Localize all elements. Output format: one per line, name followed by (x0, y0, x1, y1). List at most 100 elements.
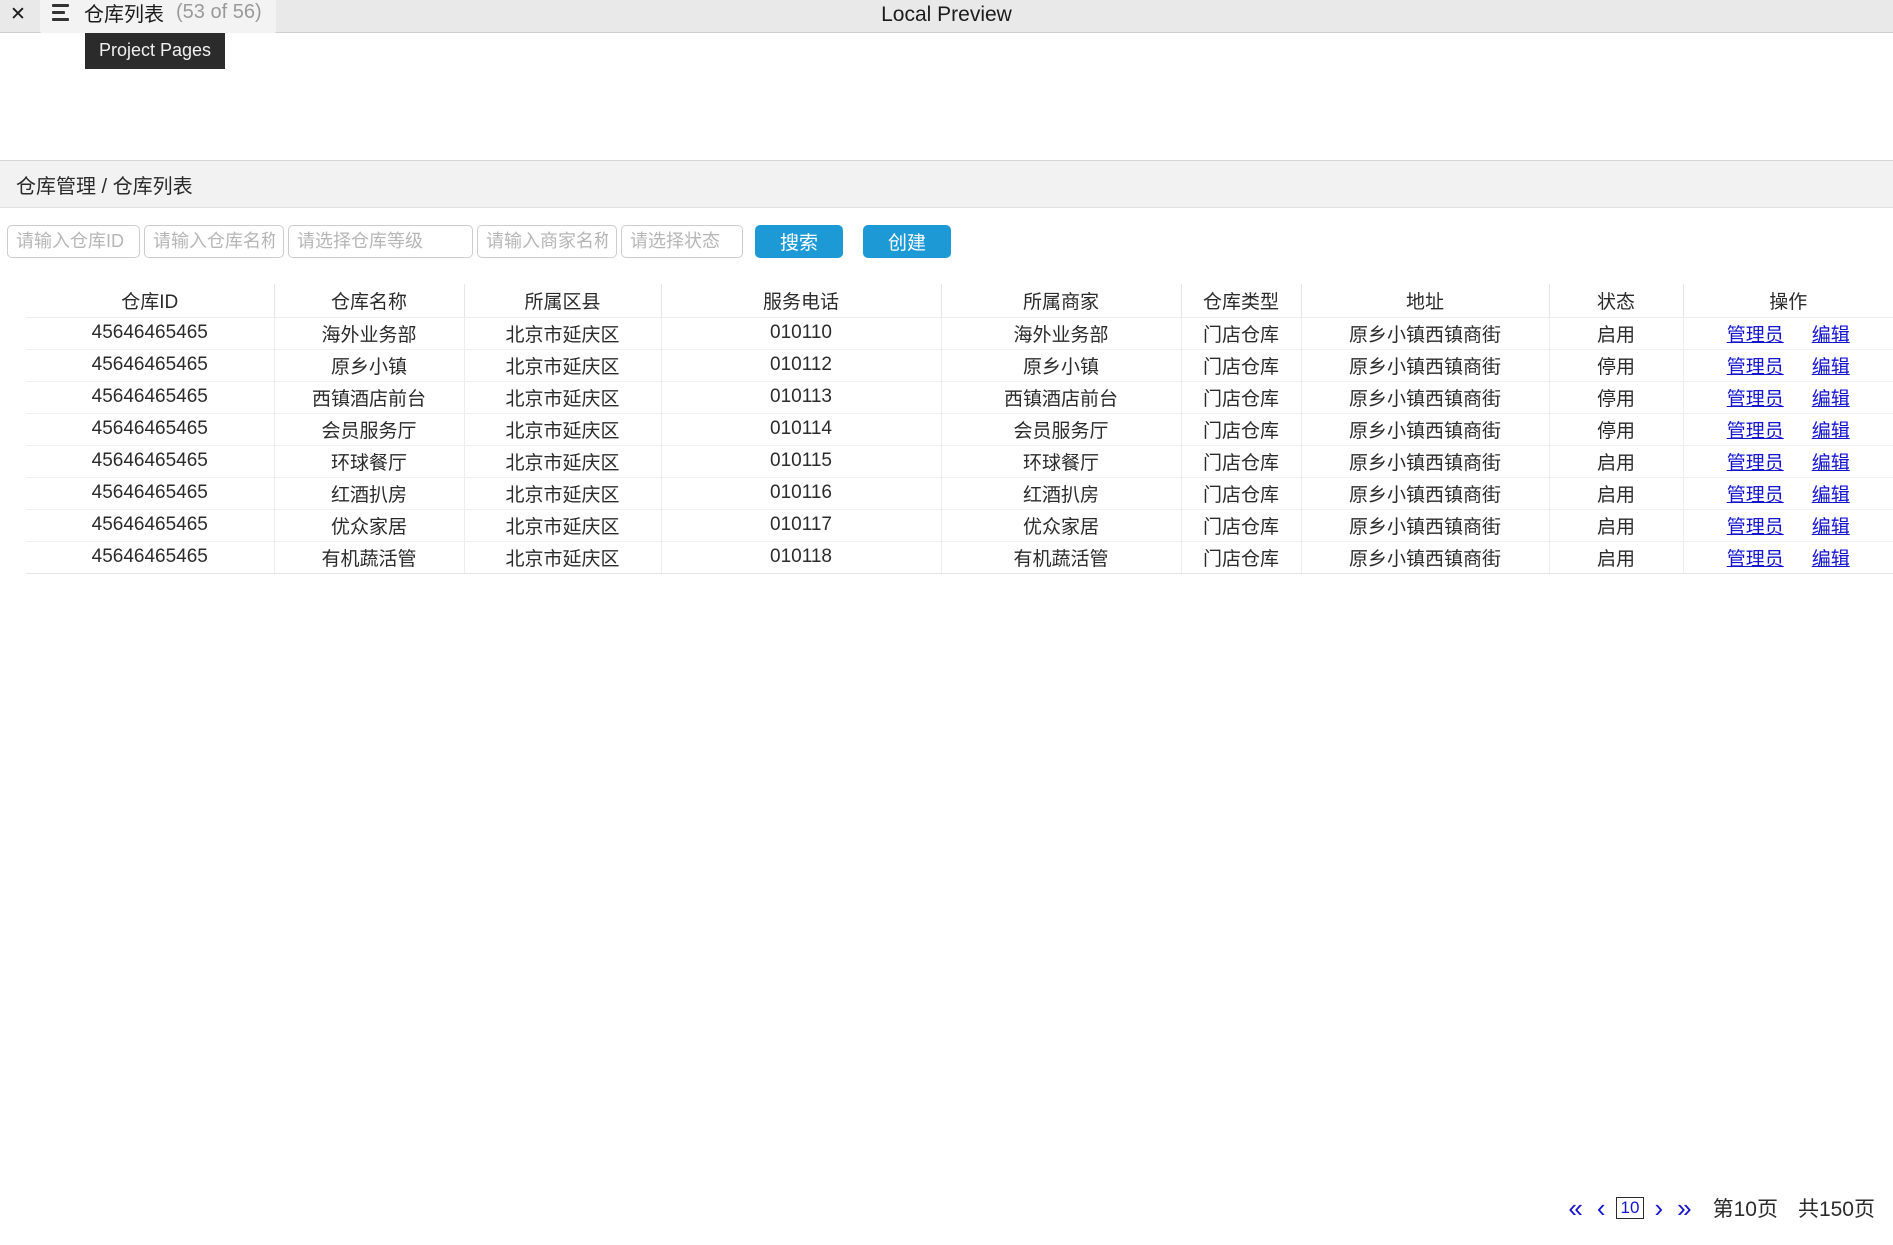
cell-type: 门店仓库 (1181, 317, 1302, 350)
cell-merchant: 会员服务厅 (941, 413, 1182, 446)
cell-warehouse-name: 原乡小镇 (274, 349, 465, 382)
cell-warehouse-id: 45646465465 (26, 445, 275, 478)
cell-merchant: 优众家居 (941, 509, 1182, 542)
edit-link[interactable]: 编辑 (1812, 549, 1850, 570)
close-icon[interactable]: ✕ (6, 0, 30, 30)
edit-link[interactable]: 编辑 (1812, 421, 1850, 442)
table-row: 45646465465 优众家居 北京市延庆区 010117 优众家居 门店仓库 原乡小镇西… (26, 509, 1893, 542)
tab-title: 仓库列表 (84, 3, 164, 26)
cell-region: 北京市延庆区 (464, 381, 662, 414)
cell-warehouse-id: 45646465465 (26, 509, 275, 542)
cell-warehouse-name: 西镇酒店前台 (274, 381, 465, 414)
column-header-type: 仓库类型 (1181, 284, 1302, 318)
cell-warehouse-name: 优众家居 (274, 509, 465, 542)
edit-link[interactable]: 编辑 (1812, 485, 1850, 506)
cell-region: 北京市延庆区 (464, 349, 662, 382)
cell-address: 原乡小镇西镇商街 (1301, 541, 1550, 574)
cell-address: 原乡小镇西镇商街 (1301, 509, 1550, 542)
cell-warehouse-name: 有机蔬活管 (274, 541, 465, 574)
cell-phone: 010110 (661, 317, 942, 350)
status-select[interactable] (621, 225, 743, 258)
browser-tab-warehouse-list[interactable]: 仓库列表 (53 of 56) (40, 0, 276, 33)
cell-status: 停用 (1549, 413, 1684, 446)
cell-type: 门店仓库 (1181, 541, 1302, 574)
tab-page-count: (53 of 56) (176, 0, 262, 23)
first-page-button[interactable]: « (1561, 1195, 1589, 1221)
cell-region: 北京市延庆区 (464, 413, 662, 446)
cell-type: 门店仓库 (1181, 445, 1302, 478)
admin-link[interactable]: 管理员 (1727, 325, 1784, 346)
cell-merchant: 红酒扒房 (941, 477, 1182, 510)
cell-warehouse-name: 会员服务厅 (274, 413, 465, 446)
warehouse-id-input[interactable] (7, 225, 140, 258)
edit-link[interactable]: 编辑 (1812, 453, 1850, 474)
cell-status: 启用 (1549, 477, 1684, 510)
cell-warehouse-id: 45646465465 (26, 317, 275, 350)
cell-merchant: 有机蔬活管 (941, 541, 1182, 574)
app-page: 仓库管理 / 仓库列表 搜索 创建 仓库ID 仓库名称 所属区县 服务电话 所属… (0, 160, 1893, 1245)
cell-actions: 管理员 编辑 (1683, 349, 1893, 382)
warehouse-name-input[interactable] (144, 225, 284, 258)
cell-actions: 管理员 编辑 (1683, 541, 1893, 574)
last-page-button[interactable]: » (1670, 1195, 1698, 1221)
cell-phone: 010113 (661, 381, 942, 414)
prev-page-button[interactable]: ‹ (1590, 1195, 1613, 1221)
cell-status: 启用 (1549, 509, 1684, 542)
cell-warehouse-id: 45646465465 (26, 541, 275, 574)
hamburger-icon[interactable] (50, 1, 72, 23)
column-header-phone: 服务电话 (661, 284, 942, 318)
admin-link[interactable]: 管理员 (1727, 517, 1784, 538)
edit-link[interactable]: 编辑 (1812, 357, 1850, 378)
column-header-warehouse-name: 仓库名称 (274, 284, 465, 318)
cell-warehouse-id: 45646465465 (26, 413, 275, 446)
admin-link[interactable]: 管理员 (1727, 421, 1784, 442)
total-pages-label: 共150页 (1797, 1198, 1875, 1221)
edit-link[interactable]: 编辑 (1812, 325, 1850, 346)
cell-warehouse-id: 45646465465 (26, 349, 275, 382)
cell-region: 北京市延庆区 (464, 477, 662, 510)
cell-address: 原乡小镇西镇商街 (1301, 317, 1550, 350)
current-page-box[interactable]: 10 (1615, 1196, 1645, 1220)
cell-region: 北京市延庆区 (464, 317, 662, 350)
cell-warehouse-name: 海外业务部 (274, 317, 465, 350)
cell-merchant: 环球餐厅 (941, 445, 1182, 478)
breadcrumb: 仓库管理 / 仓库列表 (16, 175, 193, 198)
cell-address: 原乡小镇西镇商街 (1301, 413, 1550, 446)
edit-link[interactable]: 编辑 (1812, 389, 1850, 410)
create-button[interactable]: 创建 (863, 225, 951, 258)
cell-address: 原乡小镇西镇商街 (1301, 477, 1550, 510)
admin-link[interactable]: 管理员 (1727, 485, 1784, 506)
cell-region: 北京市延庆区 (464, 445, 662, 478)
cell-status: 启用 (1549, 317, 1684, 350)
admin-link[interactable]: 管理员 (1727, 389, 1784, 410)
filter-toolbar: 搜索 创建 (0, 208, 1893, 258)
cell-type: 门店仓库 (1181, 381, 1302, 414)
admin-link[interactable]: 管理员 (1727, 357, 1784, 378)
cell-warehouse-id: 45646465465 (26, 381, 275, 414)
cell-phone: 010117 (661, 509, 942, 542)
tooltip-project-pages: Project Pages (85, 33, 226, 69)
cell-phone: 010112 (661, 349, 942, 382)
cell-warehouse-name: 红酒扒房 (274, 477, 465, 510)
cell-region: 北京市延庆区 (464, 509, 662, 542)
table-row: 45646465465 环球餐厅 北京市延庆区 010115 环球餐厅 门店仓库 原乡小镇西… (26, 445, 1893, 478)
warehouse-level-select[interactable] (288, 225, 473, 258)
cell-address: 原乡小镇西镇商街 (1301, 349, 1550, 382)
next-page-button[interactable]: › (1647, 1195, 1670, 1221)
cell-actions: 管理员 编辑 (1683, 445, 1893, 478)
admin-link[interactable]: 管理员 (1727, 549, 1784, 570)
cell-region: 北京市延庆区 (464, 541, 662, 574)
cell-warehouse-name: 环球餐厅 (274, 445, 465, 478)
cell-phone: 010116 (661, 477, 942, 510)
column-header-address: 地址 (1301, 284, 1550, 318)
search-button[interactable]: 搜索 (755, 225, 843, 258)
cell-actions: 管理员 编辑 (1683, 381, 1893, 414)
cell-status: 启用 (1549, 445, 1684, 478)
merchant-name-input[interactable] (477, 225, 617, 258)
edit-link[interactable]: 编辑 (1812, 517, 1850, 538)
table-row: 45646465465 红酒扒房 北京市延庆区 010116 红酒扒房 门店仓库 原乡小镇西… (26, 477, 1893, 510)
admin-link[interactable]: 管理员 (1727, 453, 1784, 474)
column-header-region: 所属区县 (464, 284, 662, 318)
cell-type: 门店仓库 (1181, 509, 1302, 542)
column-header-status: 状态 (1549, 284, 1684, 318)
